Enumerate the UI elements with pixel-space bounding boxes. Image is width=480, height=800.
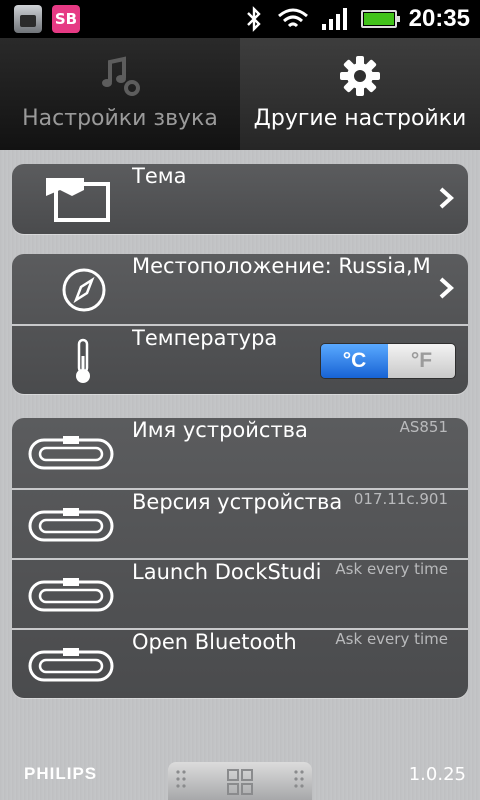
theme-row[interactable]: Тема xyxy=(12,164,468,234)
thermometer-icon xyxy=(76,338,90,383)
tab-label: Другие настройки xyxy=(253,106,467,131)
device-version-label: Версия устройства xyxy=(132,490,343,514)
tab-bar: Настройки звука Другие настройки xyxy=(0,38,480,150)
location-label: Местоположение: Russia,M xyxy=(132,254,431,278)
app-notification-icon xyxy=(14,5,42,33)
tab-other-settings[interactable]: Другие настройки xyxy=(240,38,480,150)
sb-badge-icon: SB xyxy=(52,5,80,33)
battery-icon xyxy=(360,10,400,28)
home-drawer-handle[interactable] xyxy=(168,762,312,800)
tab-label: Настройки звука xyxy=(22,106,218,131)
device-group: Имя устройства AS851 Версия устройства 0… xyxy=(12,418,468,698)
celsius-option[interactable]: °C xyxy=(321,344,388,378)
gear-icon xyxy=(340,56,380,96)
theme-icon xyxy=(46,178,110,222)
device-name-value: AS851 xyxy=(399,418,448,436)
temperature-unit-toggle[interactable]: °C °F xyxy=(320,343,456,379)
grid-icon xyxy=(176,769,304,795)
location-row[interactable]: Местоположение: Russia,M xyxy=(12,254,468,324)
launch-dockstudio-label: Launch DockStudi xyxy=(132,560,322,584)
chevron-right-icon xyxy=(439,277,454,299)
wifi-icon xyxy=(277,8,308,28)
open-bluetooth-row[interactable]: Open Bluetooth Ask every time xyxy=(12,628,468,698)
status-bar: SB 20:35 xyxy=(0,0,480,38)
open-bluetooth-value: Ask every time xyxy=(335,630,448,648)
location-temperature-group: Местоположение: Russia,M Температура °C … xyxy=(12,254,468,394)
dock-icon xyxy=(28,578,114,612)
temperature-label: Температура xyxy=(132,326,278,350)
dock-icon xyxy=(28,436,114,470)
device-version-value: 017.11c.901 xyxy=(353,490,448,508)
launch-dockstudio-value: Ask every time xyxy=(335,560,448,578)
device-name-row[interactable]: Имя устройства AS851 xyxy=(12,418,468,488)
theme-group: Тема xyxy=(12,164,468,234)
temperature-row: Температура °C °F xyxy=(12,324,468,394)
app-version: 1.0.25 xyxy=(408,764,466,785)
chevron-right-icon xyxy=(439,187,454,209)
device-name-label: Имя устройства xyxy=(132,418,308,442)
clock: 20:35 xyxy=(408,5,470,32)
compass-icon xyxy=(62,268,106,312)
brand-logo: PHILIPS xyxy=(24,764,98,783)
tab-sound-settings[interactable]: Настройки звука xyxy=(0,38,240,150)
fahrenheit-option[interactable]: °F xyxy=(388,344,455,378)
theme-label: Тема xyxy=(132,164,187,188)
music-settings-icon xyxy=(102,56,140,96)
signal-icon xyxy=(321,8,347,30)
dock-icon xyxy=(28,648,114,682)
dock-icon xyxy=(28,508,114,542)
launch-dockstudio-row[interactable]: Launch DockStudi Ask every time xyxy=(12,558,468,628)
device-version-row[interactable]: Версия устройства 017.11c.901 xyxy=(12,488,468,558)
bluetooth-icon xyxy=(246,6,261,32)
open-bluetooth-label: Open Bluetooth xyxy=(132,630,297,654)
